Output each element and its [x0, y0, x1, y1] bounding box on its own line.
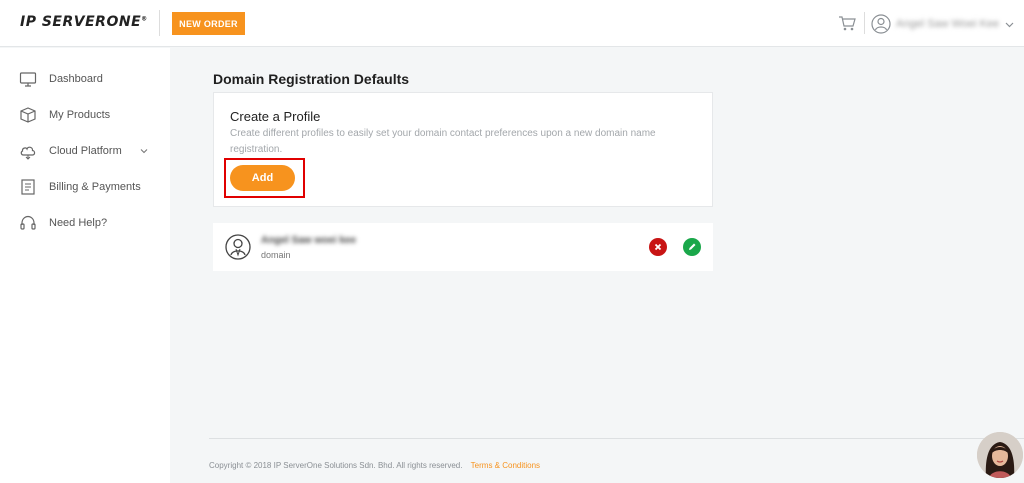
logo-text: IP SERVERONE [20, 14, 142, 30]
delete-profile-button[interactable] [649, 238, 667, 256]
pencil-icon [689, 243, 696, 250]
card-description: Create different profiles to easily set … [230, 128, 656, 155]
top-bar: IP SERVERONE® NEW ORDER Angel Saw Woei K… [0, 0, 1024, 47]
sidebar-item-need-help[interactable]: Need Help? [0, 208, 170, 238]
page-title: Domain Registration Defaults [213, 71, 410, 87]
user-circle-icon [871, 14, 891, 34]
edit-profile-button[interactable] [683, 238, 701, 256]
copyright-text: Copyright © 2018 IP ServerOne Solutions … [209, 461, 463, 470]
headset-icon [20, 215, 36, 230]
profile-type: domain [261, 250, 291, 260]
new-order-button[interactable]: NEW ORDER [172, 12, 245, 35]
user-name: Angel Saw Woei Kee [896, 18, 1000, 30]
divider [159, 10, 160, 36]
cloud-icon [20, 146, 36, 160]
terms-link[interactable]: Terms & Conditions [471, 461, 540, 470]
sidebar-item-label: Cloud Platform [49, 145, 122, 157]
sidebar-item-cloud-platform[interactable]: Cloud Platform [0, 136, 170, 166]
chevron-down-icon [140, 149, 148, 154]
sidebar: Dashboard My Products Cloud Platform Bil… [0, 48, 170, 483]
profile-row: Angel Saw woei kee domain [213, 223, 713, 271]
support-agent-photo [977, 432, 1023, 478]
sidebar-item-my-products[interactable]: My Products [0, 100, 170, 130]
logo-mark: ® [141, 15, 148, 23]
add-profile-button[interactable]: Add [230, 165, 295, 191]
chat-support-avatar[interactable] [977, 432, 1023, 478]
footer-divider [209, 438, 1024, 439]
create-profile-card: Create a Profile Create different profil… [213, 92, 713, 207]
invoice-icon [21, 179, 35, 195]
logo[interactable]: IP SERVERONE® [20, 14, 148, 30]
sidebar-item-label: Need Help? [49, 217, 108, 229]
card-title: Create a Profile [230, 109, 321, 124]
divider [864, 12, 865, 34]
sidebar-item-label: My Products [49, 109, 111, 121]
sidebar-item-billing[interactable]: Billing & Payments [0, 172, 170, 202]
sidebar-item-dashboard[interactable]: Dashboard [0, 64, 170, 94]
close-icon [654, 243, 662, 251]
sidebar-item-label: Dashboard [49, 73, 103, 85]
profile-name: Angel Saw woei kee [261, 235, 357, 246]
sidebar-item-label: Billing & Payments [49, 181, 141, 193]
cart-icon[interactable] [838, 15, 856, 31]
box-icon [20, 107, 36, 123]
footer: Copyright © 2018 IP ServerOne Solutions … [209, 461, 540, 470]
chevron-down-icon [1005, 22, 1014, 27]
user-menu[interactable]: Angel Saw Woei Kee [871, 13, 1014, 35]
user-avatar-icon [225, 234, 251, 260]
monitor-icon [19, 72, 37, 87]
